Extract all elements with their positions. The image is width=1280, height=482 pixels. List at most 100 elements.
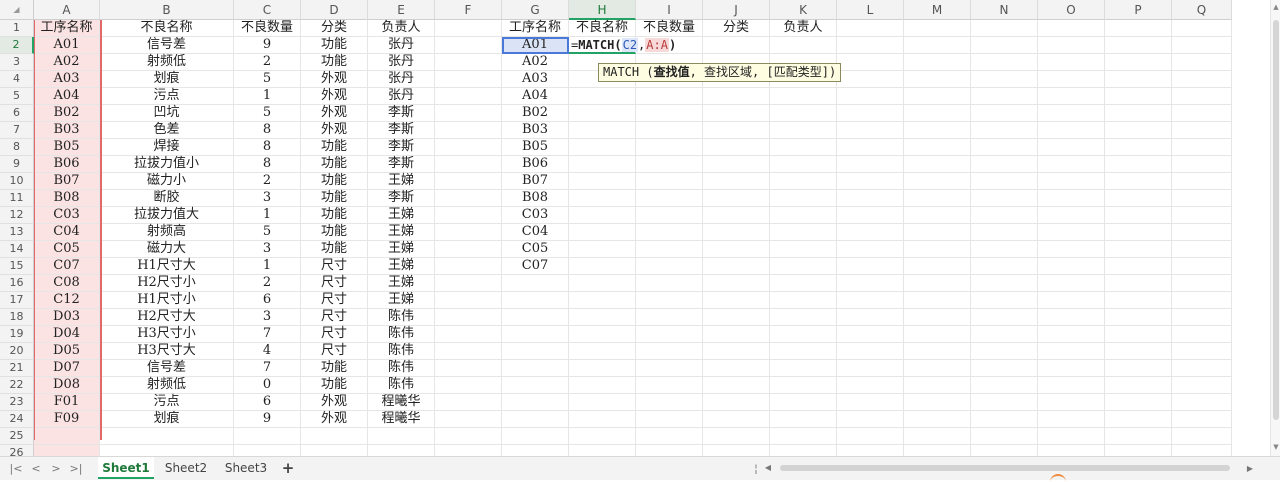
table1-cell[interactable]: 程曦华 <box>368 394 435 411</box>
cell-h7[interactable] <box>569 122 636 139</box>
table1-cell[interactable]: B08 <box>34 190 100 207</box>
cell-g23[interactable] <box>502 394 569 411</box>
cell-o25[interactable] <box>1038 428 1105 445</box>
cell-n21[interactable] <box>971 360 1038 377</box>
cell-n24[interactable] <box>971 411 1038 428</box>
cell-o8[interactable] <box>1038 139 1105 156</box>
table1-cell[interactable]: B06 <box>34 156 100 173</box>
cell-o24[interactable] <box>1038 411 1105 428</box>
table1-cell[interactable]: 王娣 <box>368 241 435 258</box>
column-header-h[interactable]: H <box>569 0 636 20</box>
cell-p10[interactable] <box>1105 173 1172 190</box>
cell-o11[interactable] <box>1038 190 1105 207</box>
cell-p15[interactable] <box>1105 258 1172 275</box>
table1-cell[interactable]: 功能 <box>301 207 368 224</box>
table1-cell[interactable]: 王娣 <box>368 258 435 275</box>
cell-m20[interactable] <box>904 343 971 360</box>
cell-f17[interactable] <box>435 292 502 309</box>
cell-k10[interactable] <box>770 173 837 190</box>
table1-cell[interactable]: 8 <box>234 156 301 173</box>
cell-h6[interactable] <box>569 105 636 122</box>
table1-cell[interactable]: 2 <box>234 275 301 292</box>
cell-f20[interactable] <box>435 343 502 360</box>
table1-cell[interactable]: B03 <box>34 122 100 139</box>
cell-l12[interactable] <box>837 207 904 224</box>
cell-j5[interactable] <box>703 88 770 105</box>
table1-cell[interactable]: H2尺寸大 <box>100 309 234 326</box>
cell-m9[interactable] <box>904 156 971 173</box>
cell-l23[interactable] <box>837 394 904 411</box>
table1-cell[interactable]: 功能 <box>301 360 368 377</box>
table1-cell[interactable]: 李斯 <box>368 122 435 139</box>
cell-i14[interactable] <box>636 241 703 258</box>
cell-g19[interactable] <box>502 326 569 343</box>
row-header-21[interactable]: 21 <box>0 360 34 377</box>
table1-cell[interactable]: 凹坑 <box>100 105 234 122</box>
cell-p6[interactable] <box>1105 105 1172 122</box>
cell-m12[interactable] <box>904 207 971 224</box>
column-header-o[interactable]: O <box>1038 0 1105 20</box>
cell-h16[interactable] <box>569 275 636 292</box>
table1-cell[interactable]: 外观 <box>301 411 368 428</box>
tab-sheet3[interactable]: Sheet3 <box>218 457 274 479</box>
cell-k6[interactable] <box>770 105 837 122</box>
table1-cell[interactable]: 1 <box>234 258 301 275</box>
tab-sheet1[interactable]: Sheet1 <box>98 457 154 479</box>
table1-cell[interactable]: 陈伟 <box>368 377 435 394</box>
vertical-scrollbar[interactable]: ▲ ▼ <box>1270 0 1280 456</box>
cell-k5[interactable] <box>770 88 837 105</box>
row-header-7[interactable]: 7 <box>0 122 34 139</box>
cell-n16[interactable] <box>971 275 1038 292</box>
cell-l6[interactable] <box>837 105 904 122</box>
table1-cell[interactable]: H1尺寸大 <box>100 258 234 275</box>
table1-cell[interactable]: 尺寸 <box>301 326 368 343</box>
table1-cell[interactable]: 射频低 <box>100 54 234 71</box>
cell-p25[interactable] <box>1105 428 1172 445</box>
cell-j17[interactable] <box>703 292 770 309</box>
cell-i21[interactable] <box>636 360 703 377</box>
cell-l11[interactable] <box>837 190 904 207</box>
cell-h8[interactable] <box>569 139 636 156</box>
cell-p14[interactable] <box>1105 241 1172 258</box>
table1-cell[interactable]: B05 <box>34 139 100 156</box>
table1-cell[interactable]: 信号差 <box>100 360 234 377</box>
cell-q5[interactable] <box>1172 88 1232 105</box>
table1-cell[interactable]: D08 <box>34 377 100 394</box>
cell-h22[interactable] <box>569 377 636 394</box>
table1-cell[interactable]: 9 <box>234 411 301 428</box>
cell-l8[interactable] <box>837 139 904 156</box>
cell-m13[interactable] <box>904 224 971 241</box>
cell-j15[interactable] <box>703 258 770 275</box>
table1-cell[interactable]: H3尺寸小 <box>100 326 234 343</box>
cell-f7[interactable] <box>435 122 502 139</box>
cell-o13[interactable] <box>1038 224 1105 241</box>
cell-f3[interactable] <box>435 54 502 71</box>
row-header-3[interactable]: 3 <box>0 54 34 71</box>
column-header-c[interactable]: C <box>234 0 301 20</box>
cell-i25[interactable] <box>636 428 703 445</box>
table1-cell[interactable]: 9 <box>234 37 301 54</box>
scroll-right-icon[interactable]: ▶ <box>1242 461 1258 477</box>
table1-cell[interactable]: F09 <box>34 411 100 428</box>
cell-p9[interactable] <box>1105 156 1172 173</box>
cell-o12[interactable] <box>1038 207 1105 224</box>
cell-n11[interactable] <box>971 190 1038 207</box>
cell-l19[interactable] <box>837 326 904 343</box>
cell-q25[interactable] <box>1172 428 1232 445</box>
table2-code-cell[interactable]: B07 <box>502 173 569 190</box>
cell-f8[interactable] <box>435 139 502 156</box>
cell-h11[interactable] <box>569 190 636 207</box>
table1-cell[interactable]: 6 <box>234 292 301 309</box>
row-header-2[interactable]: 2 <box>0 37 34 54</box>
cell-n23[interactable] <box>971 394 1038 411</box>
table1-cell[interactable]: A04 <box>34 88 100 105</box>
table1-cell[interactable]: 3 <box>234 241 301 258</box>
cell-f15[interactable] <box>435 258 502 275</box>
cell-f16[interactable] <box>435 275 502 292</box>
table2-code-cell[interactable]: A04 <box>502 88 569 105</box>
table1-cell[interactable]: 张丹 <box>368 37 435 54</box>
table1-cell[interactable]: 3 <box>234 190 301 207</box>
cell-g17[interactable] <box>502 292 569 309</box>
table1-cell[interactable]: C03 <box>34 207 100 224</box>
cell-f23[interactable] <box>435 394 502 411</box>
